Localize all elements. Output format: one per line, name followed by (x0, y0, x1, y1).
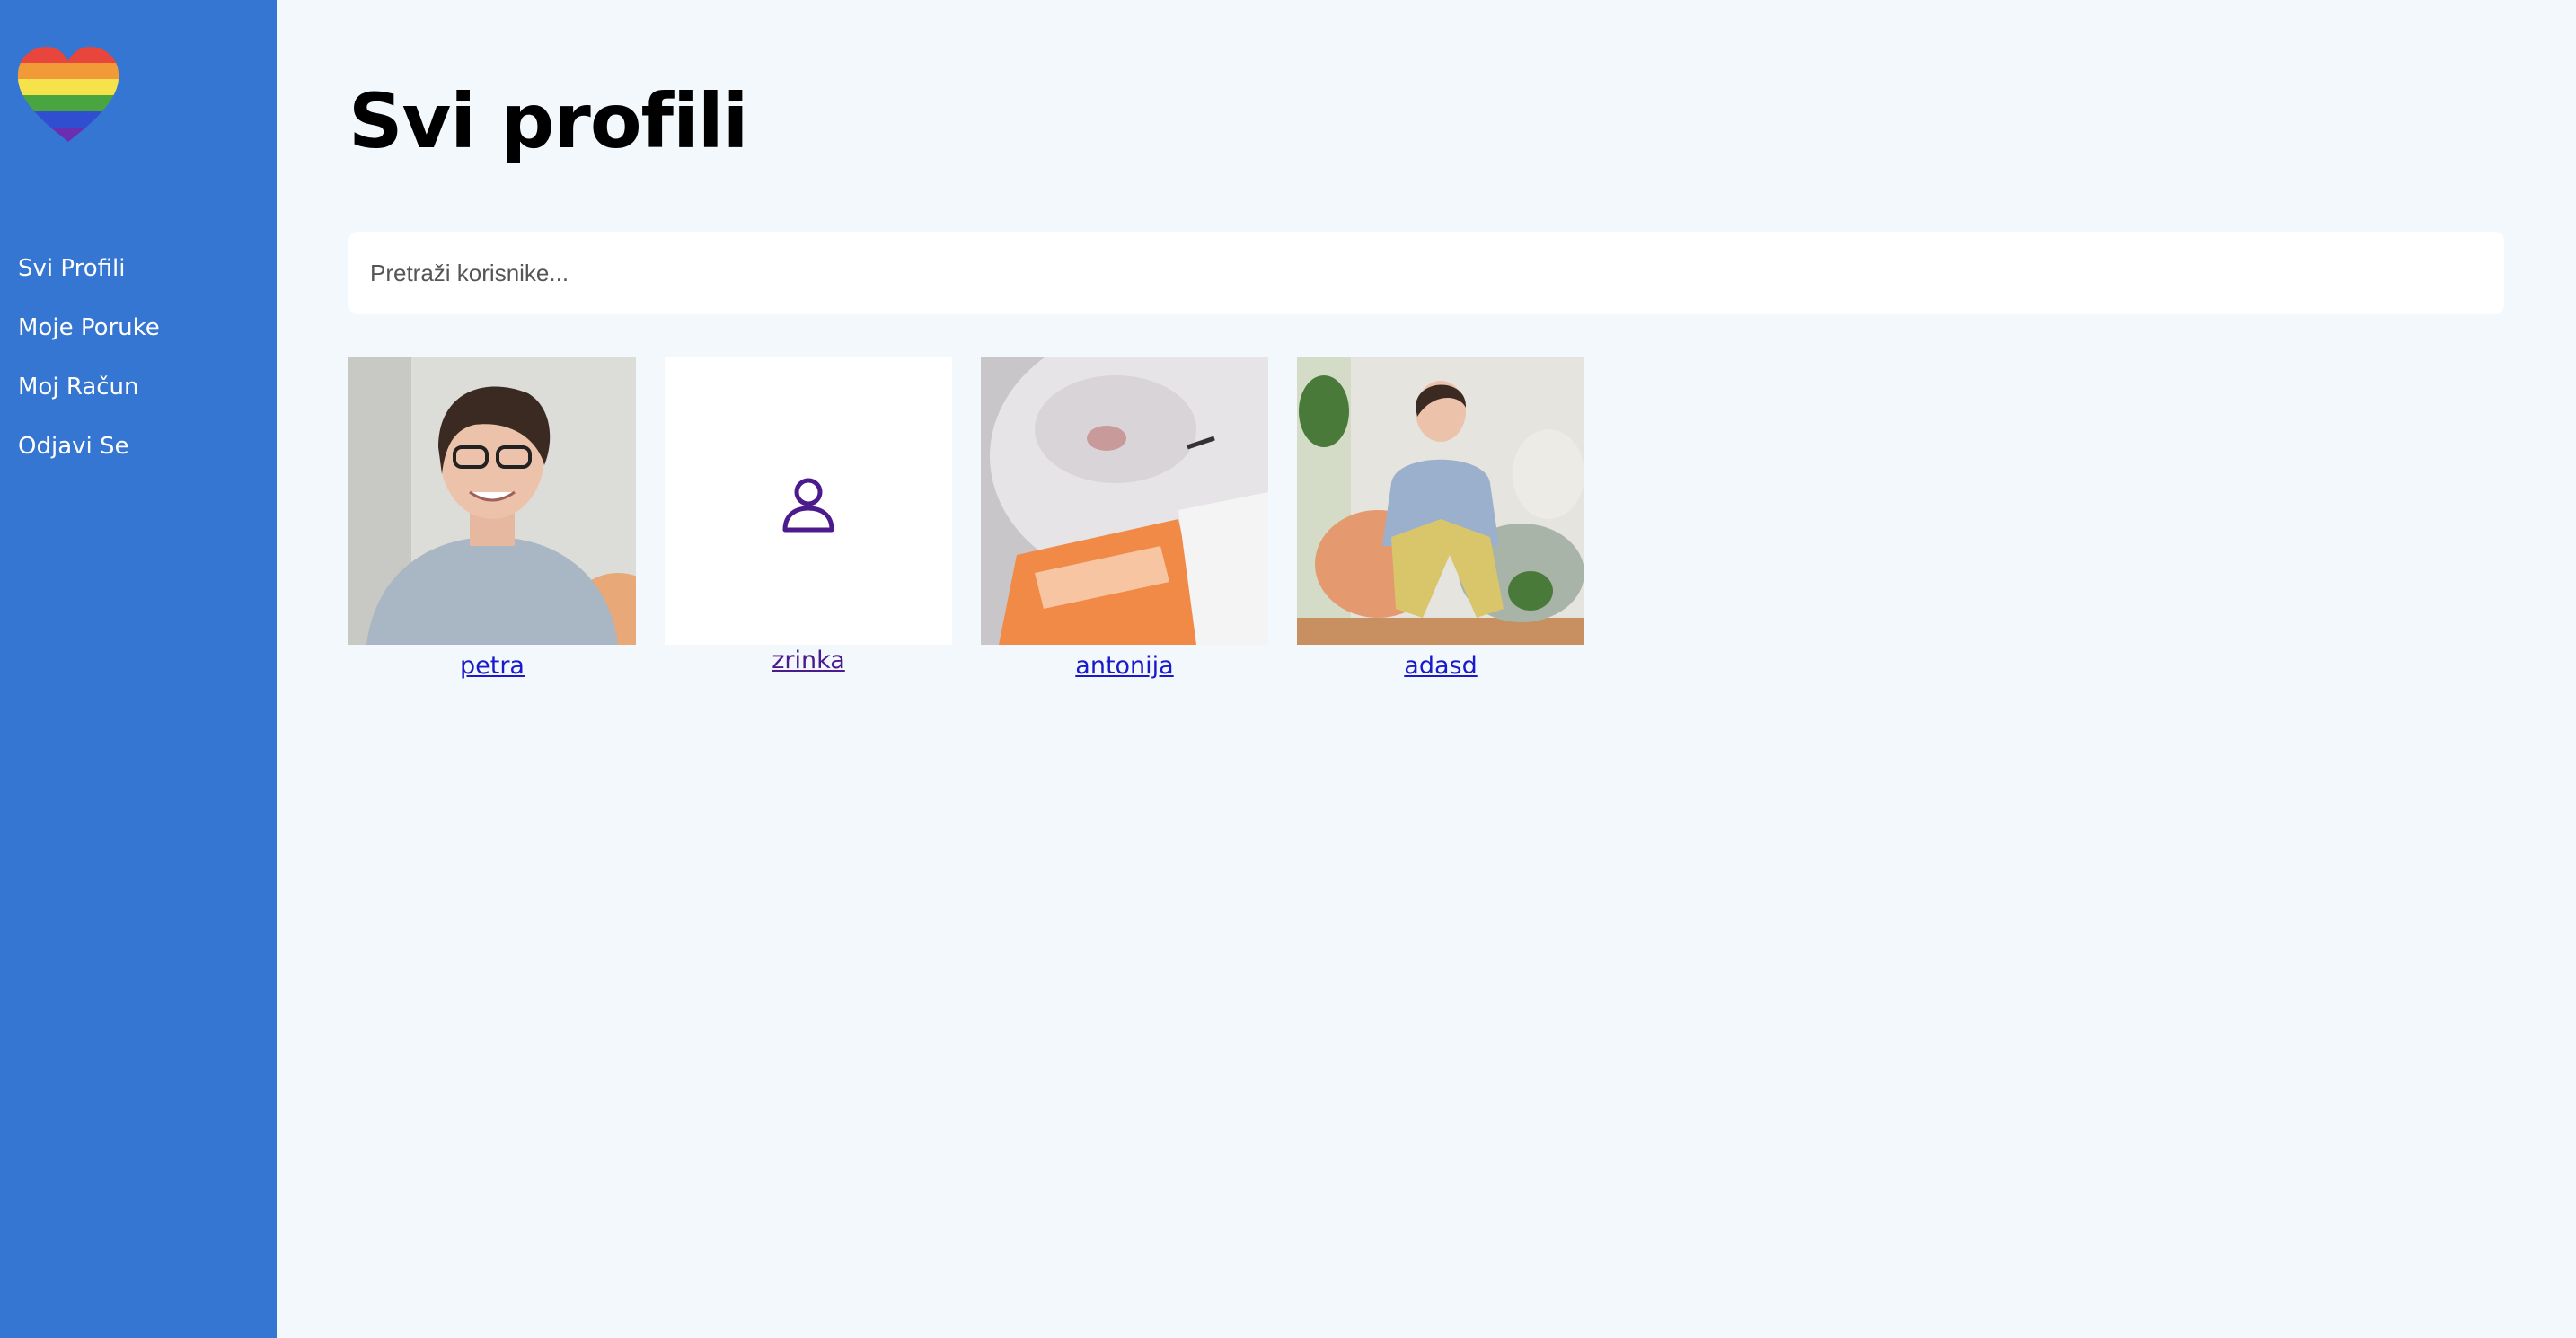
sidebar-item-odjavi-se[interactable]: Odjavi Se (18, 417, 160, 476)
sidebar-nav: Svi Profili Moje Poruke Moj Račun Odjavi… (18, 239, 160, 476)
profile-photo[interactable] (348, 357, 636, 645)
profile-photo[interactable] (981, 357, 1268, 645)
profile-grid: petra zrinka antonija adasd (348, 357, 1584, 680)
profile-name-link[interactable]: petra (460, 652, 525, 680)
main-content: Svi profili petra (277, 0, 2576, 1338)
profile-photo[interactable] (665, 357, 952, 645)
sidebar: Svi Profili Moje Poruke Moj Račun Odjavi… (0, 0, 277, 1338)
profile-card-adasd[interactable]: adasd (1297, 357, 1584, 680)
default-user-icon (665, 357, 952, 645)
search-input[interactable] (348, 232, 2504, 314)
cat-photo-image (981, 357, 1268, 645)
sidebar-item-moje-poruke[interactable]: Moje Poruke (18, 298, 160, 357)
sidebar-item-moj-racun[interactable]: Moj Račun (18, 357, 160, 417)
profile-name-link[interactable]: antonija (1075, 652, 1173, 680)
rainbow-heart-icon[interactable] (16, 45, 120, 145)
profile-card-antonija[interactable]: antonija (981, 357, 1268, 680)
person-sitting-photo-image (1297, 357, 1584, 645)
profile-name-link[interactable]: adasd (1404, 652, 1477, 680)
profile-name-link[interactable]: zrinka (772, 647, 845, 674)
person-photo-image (348, 357, 636, 645)
profile-card-zrinka[interactable]: zrinka (665, 357, 952, 680)
profile-card-petra[interactable]: petra (348, 357, 636, 680)
page-title: Svi profili (348, 77, 748, 165)
sidebar-item-svi-profili[interactable]: Svi Profili (18, 239, 160, 298)
profile-photo[interactable] (1297, 357, 1584, 645)
